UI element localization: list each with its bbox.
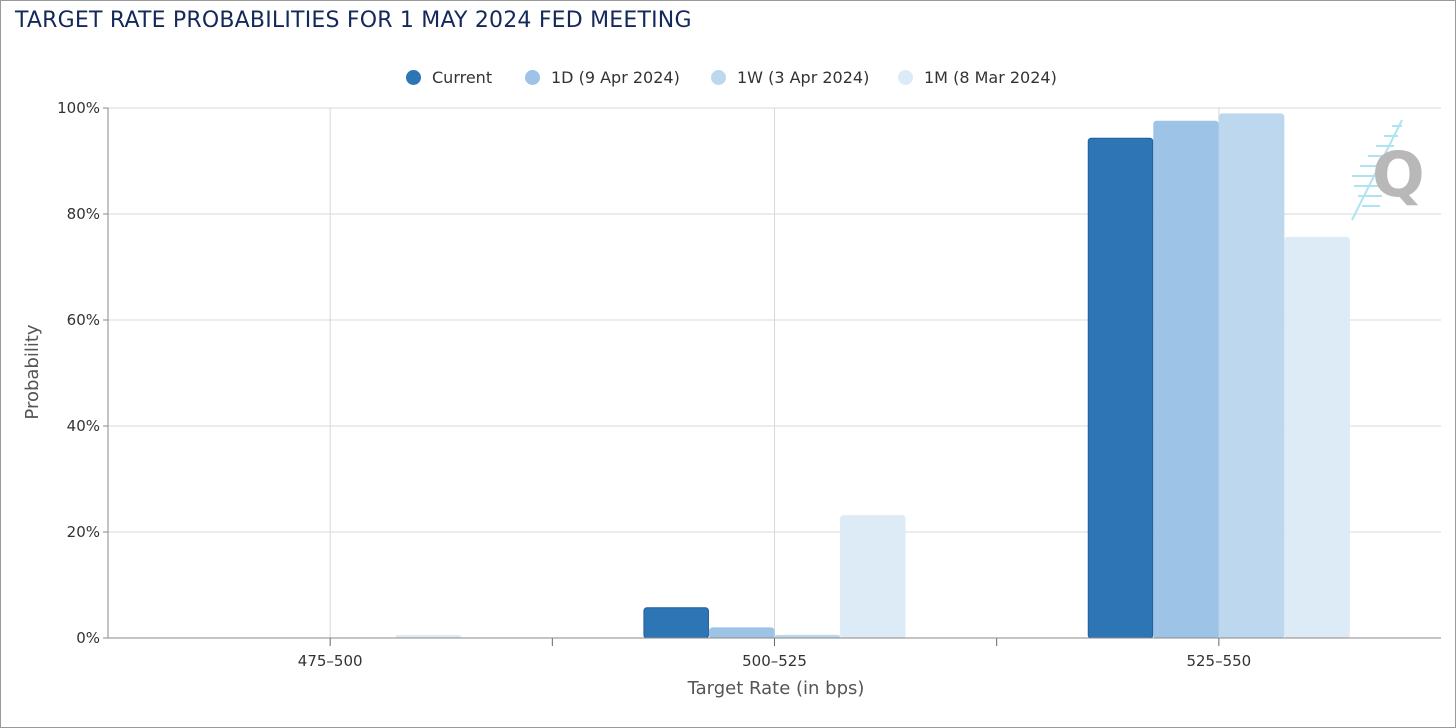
y-tick-label: 40%: [67, 417, 100, 435]
x-tick-label: 525–550: [1186, 652, 1251, 670]
bar: [1153, 120, 1219, 639]
x-tick-label: 475–500: [298, 652, 363, 670]
y-axis-title: Probability: [22, 324, 43, 419]
bar: [1284, 236, 1350, 639]
y-tick-label: 20%: [67, 523, 100, 541]
y-tick-label: 100%: [57, 99, 100, 117]
y-tick-labels: 0% 20% 40% 60% 80% 100%: [57, 99, 100, 647]
bar: [708, 627, 775, 639]
bar: [1087, 137, 1154, 639]
chart-plot: Q 0% 20% 40% 60% 80% 100% 475–500 500–525 525–5…: [22, 99, 1441, 699]
x-tick-labels: 475–500 500–525 525–550: [298, 652, 1251, 670]
bars: [395, 113, 1350, 639]
quikstrike-q-logo-icon: Q: [1351, 119, 1425, 221]
bar: [1218, 113, 1285, 639]
svg-text:Q: Q: [1372, 138, 1425, 211]
x-tick-label: 500–525: [742, 652, 807, 670]
y-tick-label: 60%: [67, 311, 100, 329]
bar: [840, 515, 906, 639]
y-tick-label: 0%: [76, 629, 100, 647]
x-axis-title: Target Rate (in bps): [687, 678, 865, 699]
bar: [643, 607, 709, 639]
y-tick-label: 80%: [67, 205, 100, 223]
